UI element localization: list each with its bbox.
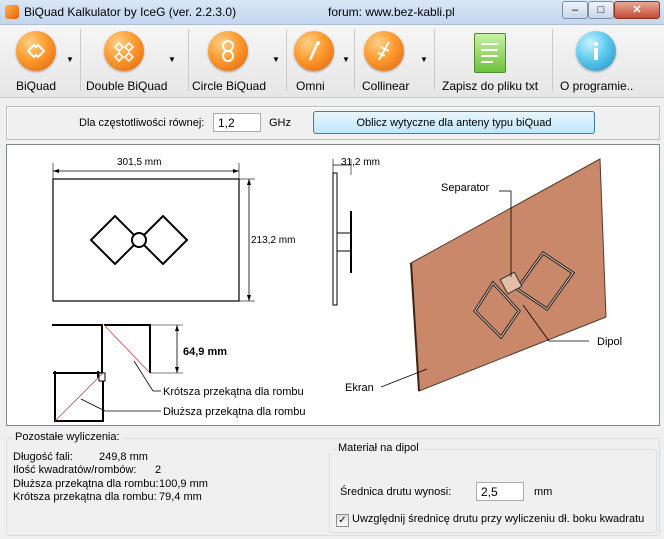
result-row-wavelength: Długość fali: 249,8 mm bbox=[13, 451, 148, 463]
collinear-dropdown-icon[interactable]: ▼ bbox=[420, 55, 428, 64]
result-row-short-diagonal: Krótsza przekątna dla rombu: 79,4 mm bbox=[13, 491, 202, 503]
wire-diameter-unit: mm bbox=[534, 486, 553, 498]
long-diagonal-label: Dłuższa przekątna dla rombu bbox=[163, 406, 306, 418]
result-label: Krótsza przekątna dla rombu: bbox=[13, 491, 157, 503]
result-value: 2 bbox=[155, 464, 162, 476]
tool-biquad-label: BiQuad bbox=[16, 79, 57, 93]
include-wire-checkbox[interactable]: ✓ bbox=[336, 514, 349, 527]
reflector-side-view bbox=[332, 172, 338, 306]
toolbar-separator bbox=[80, 29, 81, 91]
toolbar-separator bbox=[188, 29, 189, 91]
omni-dropdown-icon[interactable]: ▼ bbox=[342, 55, 350, 64]
result-value: 79,4 mm bbox=[159, 491, 202, 503]
toolbar-separator bbox=[434, 29, 435, 91]
height-dimension-label: 213,2 mm bbox=[251, 235, 296, 246]
side-dimension-label: 64,9 mm bbox=[183, 346, 228, 358]
circle-biquad-dropdown-icon[interactable]: ▼ bbox=[272, 55, 280, 64]
minimize-button[interactable]: – bbox=[562, 1, 588, 19]
tool-double-biquad[interactable]: ▼ Double BiQuad bbox=[84, 27, 184, 95]
frequency-input[interactable] bbox=[213, 113, 261, 132]
double-biquad-icon bbox=[104, 31, 144, 71]
biquad-dropdown-icon[interactable]: ▼ bbox=[66, 55, 74, 64]
tool-omni-label: Omni bbox=[296, 79, 325, 93]
short-diagonal-label: Krótsza przekątna dla rombu bbox=[163, 386, 304, 398]
depth-dimension-label: 31,2 mm bbox=[341, 157, 380, 168]
tool-save-txt-label: Zapisz do pliku txt bbox=[442, 79, 539, 93]
tool-circle-biquad-label: Circle BiQuad bbox=[192, 79, 267, 93]
result-label: Ilość kwadratów/rombów: bbox=[13, 464, 137, 476]
tool-save-txt[interactable]: Zapisz do pliku txt bbox=[438, 27, 550, 95]
tool-about[interactable]: O programie.. bbox=[556, 27, 636, 95]
toolbar: ▼ BiQuad ▼ Double BiQuad ▼ Circle BiQuad… bbox=[0, 25, 664, 98]
title-bar: BiQuad Kalkulator by IceG (ver. 2.2.3.0)… bbox=[0, 0, 664, 25]
minimize-icon: – bbox=[571, 4, 579, 16]
feed-point bbox=[131, 232, 147, 248]
omni-icon bbox=[294, 31, 334, 71]
antenna-diagram bbox=[52, 158, 607, 422]
short-diagonal-line bbox=[103, 324, 151, 374]
separator-label: Separator bbox=[441, 182, 490, 194]
tool-double-biquad-label: Double BiQuad bbox=[86, 79, 168, 93]
collinear-icon bbox=[364, 31, 404, 71]
result-value: 100,9 mm bbox=[159, 478, 208, 490]
results-title: Pozostałe wyliczenia: bbox=[13, 431, 122, 443]
tool-about-label: O programie.. bbox=[560, 79, 634, 93]
material-group: Materiał na dipol Średnica drutu wynosi:… bbox=[329, 442, 657, 533]
ekran-label: Ekran bbox=[345, 382, 374, 394]
separator-side-view bbox=[336, 232, 352, 252]
dipol-label: Dipol bbox=[597, 336, 623, 348]
tool-collinear-label: Collinear bbox=[362, 79, 410, 93]
wire-diameter-input[interactable] bbox=[476, 482, 524, 501]
result-value: 249,8 mm bbox=[99, 451, 148, 463]
width-dimension-label: 301,5 mm bbox=[117, 157, 162, 168]
wire-diameter-label: Średnica drutu wynosi: bbox=[340, 486, 452, 498]
result-label: Długość fali: bbox=[13, 451, 73, 463]
material-title: Materiał na dipol bbox=[336, 442, 421, 454]
tool-omni[interactable]: ▼ Omni bbox=[290, 27, 352, 95]
maximize-button[interactable]: □ bbox=[588, 1, 614, 19]
toolbar-separator bbox=[552, 29, 553, 91]
calculate-button[interactable]: Oblicz wytyczne dla anteny typu biQuad bbox=[313, 111, 595, 134]
info-icon bbox=[576, 31, 616, 71]
toolbar-separator bbox=[286, 29, 287, 91]
tool-biquad[interactable]: ▼ BiQuad bbox=[8, 27, 76, 95]
result-label: Dłuższa przekątna dla rombu: bbox=[13, 478, 159, 490]
circle-biquad-icon bbox=[208, 31, 248, 71]
tool-collinear[interactable]: ▼ Collinear bbox=[358, 27, 430, 95]
result-row-long-diagonal: Dłuższa przekątna dla rombu: 100,9 mm bbox=[13, 478, 208, 490]
forum-text: forum: www.bez-kabli.pl bbox=[328, 5, 455, 19]
biquad-icon bbox=[16, 31, 56, 71]
results-group: Pozostałe wyliczenia: Długość fali: 249,… bbox=[6, 431, 660, 536]
checkmark-icon: ✓ bbox=[338, 515, 347, 526]
save-txt-icon bbox=[474, 33, 506, 73]
tool-circle-biquad[interactable]: ▼ Circle BiQuad bbox=[190, 27, 282, 95]
app-icon bbox=[5, 5, 19, 19]
close-icon: ✕ bbox=[632, 4, 642, 16]
maximize-icon: □ bbox=[597, 4, 605, 16]
frequency-panel: Dla częstotliwości równej: GHz Oblicz wy… bbox=[6, 106, 660, 140]
result-row-count: Ilość kwadratów/rombów: 2 bbox=[13, 464, 161, 476]
frequency-label: Dla częstotliwości równej: bbox=[79, 117, 205, 129]
toolbar-separator bbox=[354, 29, 355, 91]
close-button[interactable]: ✕ bbox=[614, 1, 660, 19]
double-biquad-dropdown-icon[interactable]: ▼ bbox=[168, 55, 176, 64]
long-diagonal-line bbox=[54, 372, 104, 422]
window-title: BiQuad Kalkulator by IceG (ver. 2.2.3.0) bbox=[24, 5, 237, 19]
include-wire-label[interactable]: Uwzględnij średnicę drutu przy wyliczeni… bbox=[352, 513, 644, 525]
frequency-unit: GHz bbox=[269, 117, 291, 129]
antenna-drawing: 301,5 mm 213,2 mm 31,2 mm 64,9 mm Krótsz… bbox=[6, 144, 660, 426]
